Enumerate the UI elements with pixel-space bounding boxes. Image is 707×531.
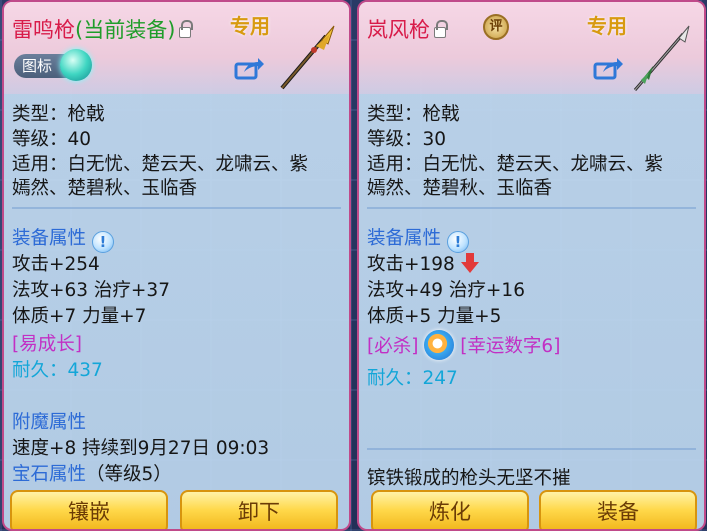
physique-strength-stat: 体质+5 力量+5 [367, 306, 502, 327]
exclusive-label: 专用 [587, 14, 627, 38]
durability: 耐久：437 [12, 356, 103, 382]
icon-toggle[interactable]: 图标 [14, 49, 93, 81]
durability-value: 247 [422, 368, 458, 389]
divider [12, 207, 341, 209]
gem-level: （等级5） [86, 464, 172, 485]
durability-value: 437 [67, 360, 103, 381]
lock-icon[interactable] [179, 20, 194, 38]
equip-attr-title-text: 装备属性 [12, 228, 87, 249]
item-level: 等级：40 [12, 129, 92, 150]
unequip-button[interactable]: 卸下 [180, 490, 338, 529]
item-type: 类型：枪戟 [12, 104, 105, 125]
item-usable-by-cont: 嫣然、楚碧秋、玉临香 [12, 178, 198, 199]
orb-icon [60, 49, 93, 81]
item-level: 等级：30 [367, 129, 447, 150]
equip-attr-title: 装备属性 ! [12, 224, 114, 253]
equipped-item-panel: 雷鸣枪(当前装备) 专用 图标 类型：枪戟 等级：40 适用：白无忧、楚云天、龙… [2, 0, 351, 531]
equipped-status: (当前装备) [75, 18, 176, 42]
special-trait: [易成长] [12, 334, 82, 355]
item-name: 岚风枪 [367, 14, 448, 44]
equip-button[interactable]: 装备 [539, 490, 697, 529]
item-name: 雷鸣枪(当前装备) [12, 14, 194, 44]
divider [367, 207, 696, 209]
inlay-button[interactable]: 镶嵌 [10, 490, 168, 529]
exclusive-label: 专用 [230, 14, 270, 38]
item-type: 类型：枪戟 [367, 104, 460, 125]
enchant-line: 速度+8 持续到9月27日 09:03 [12, 438, 270, 459]
icon-toggle-label: 图标 [22, 57, 53, 75]
share-icon[interactable] [234, 56, 264, 80]
gem-attr-title: 宝石属性 [12, 464, 87, 485]
gem-attr: 宝石属性（等级5） [12, 460, 172, 486]
item-usable-by: 适用：白无忧、楚云天、龙啸云、紫 [367, 154, 664, 175]
special-traits: [必杀] [幸运数字6] [367, 330, 560, 360]
trait-lucky-number: [幸运数字6] [460, 336, 561, 357]
swirl-icon [424, 330, 455, 360]
refine-button[interactable]: 炼化 [371, 490, 529, 529]
durability-label: 耐久： [367, 368, 423, 389]
attack-stat-text: 攻击+198 [367, 254, 455, 275]
share-icon[interactable] [593, 56, 623, 80]
spear-icon [280, 25, 335, 90]
equip-attr-title: 装备属性 ! [367, 224, 469, 253]
physique-strength-stat: 体质+7 力量+7 [12, 306, 147, 327]
attack-stat: 攻击+254 [12, 254, 100, 275]
magic-heal-stat: 法攻+63 治疗+37 [12, 280, 170, 301]
compared-item-panel: 岚风枪 评 专用 类型：枪戟 等级：30 适用：白无忧、楚云天、龙啸云、紫 嫣然… [357, 0, 706, 531]
trait-critical: [必杀] [367, 336, 419, 357]
down-arrow-icon [460, 253, 479, 273]
item-usable-by: 适用：白无忧、楚云天、龙啸云、紫 [12, 154, 309, 175]
divider [367, 448, 696, 450]
equip-attr-title-text: 装备属性 [367, 228, 442, 249]
item-name-text: 雷鸣枪 [12, 18, 75, 42]
lock-icon[interactable] [434, 20, 448, 38]
durability-label: 耐久： [12, 360, 68, 381]
enchant-attr-title: 附魔属性 [12, 412, 87, 433]
magic-heal-stat: 法攻+49 治疗+16 [367, 280, 525, 301]
seal-icon[interactable]: 评 [483, 14, 509, 40]
attack-stat: 攻击+198 [367, 250, 479, 276]
durability: 耐久：247 [367, 364, 458, 390]
item-description: 镔铁锻成的枪头无坚不摧 [367, 468, 571, 489]
spear-icon [633, 25, 690, 91]
item-name-text: 岚风枪 [367, 18, 430, 42]
item-usable-by-cont: 嫣然、楚碧秋、玉临香 [367, 178, 553, 199]
